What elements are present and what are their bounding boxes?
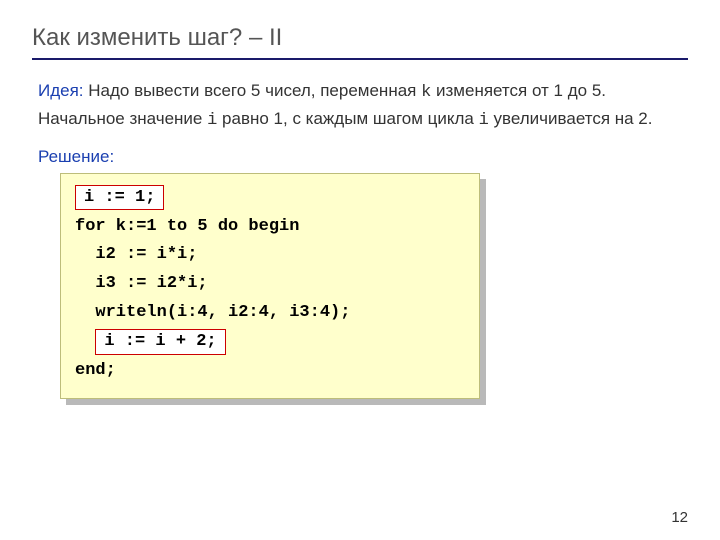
page-number: 12: [671, 509, 688, 526]
idea-paragraph: Идея: Надо вывести всего 5 чисел, переме…: [32, 78, 688, 135]
highlight-init: i := 1;: [75, 185, 164, 211]
code-line-4: i3 := i2*i;: [75, 270, 465, 299]
highlight-increment: i := i + 2;: [95, 329, 225, 355]
idea-label: Идея:: [38, 81, 84, 100]
idea-text-1: Надо вывести всего 5 чисел, переменная: [84, 81, 422, 100]
idea-text-4: увеличивается на 2.: [489, 109, 653, 128]
code-line-5: writeln(i:4, i2:4, i3:4);: [75, 299, 465, 328]
code-block-container: i := 1; for k:=1 to 5 do begin i2 := i*i…: [60, 173, 480, 399]
code-line-7: end;: [75, 357, 465, 386]
code-block: i := 1; for k:=1 to 5 do begin i2 := i*i…: [60, 173, 480, 399]
solution-label: Решение:: [32, 147, 688, 167]
var-i: i: [207, 111, 217, 130]
code-line-2: for k:=1 to 5 do begin: [75, 213, 465, 242]
idea-text-3: равно 1, с каждым шагом цикла: [217, 109, 478, 128]
code-line-6: i := i + 2;: [75, 328, 465, 357]
code-line-3: i2 := i*i;: [75, 241, 465, 270]
code-line-1: i := 1;: [75, 184, 465, 213]
var-k: k: [421, 83, 431, 102]
var-i-2: i: [479, 111, 489, 130]
slide-title: Как изменить шаг? – II: [32, 24, 688, 60]
